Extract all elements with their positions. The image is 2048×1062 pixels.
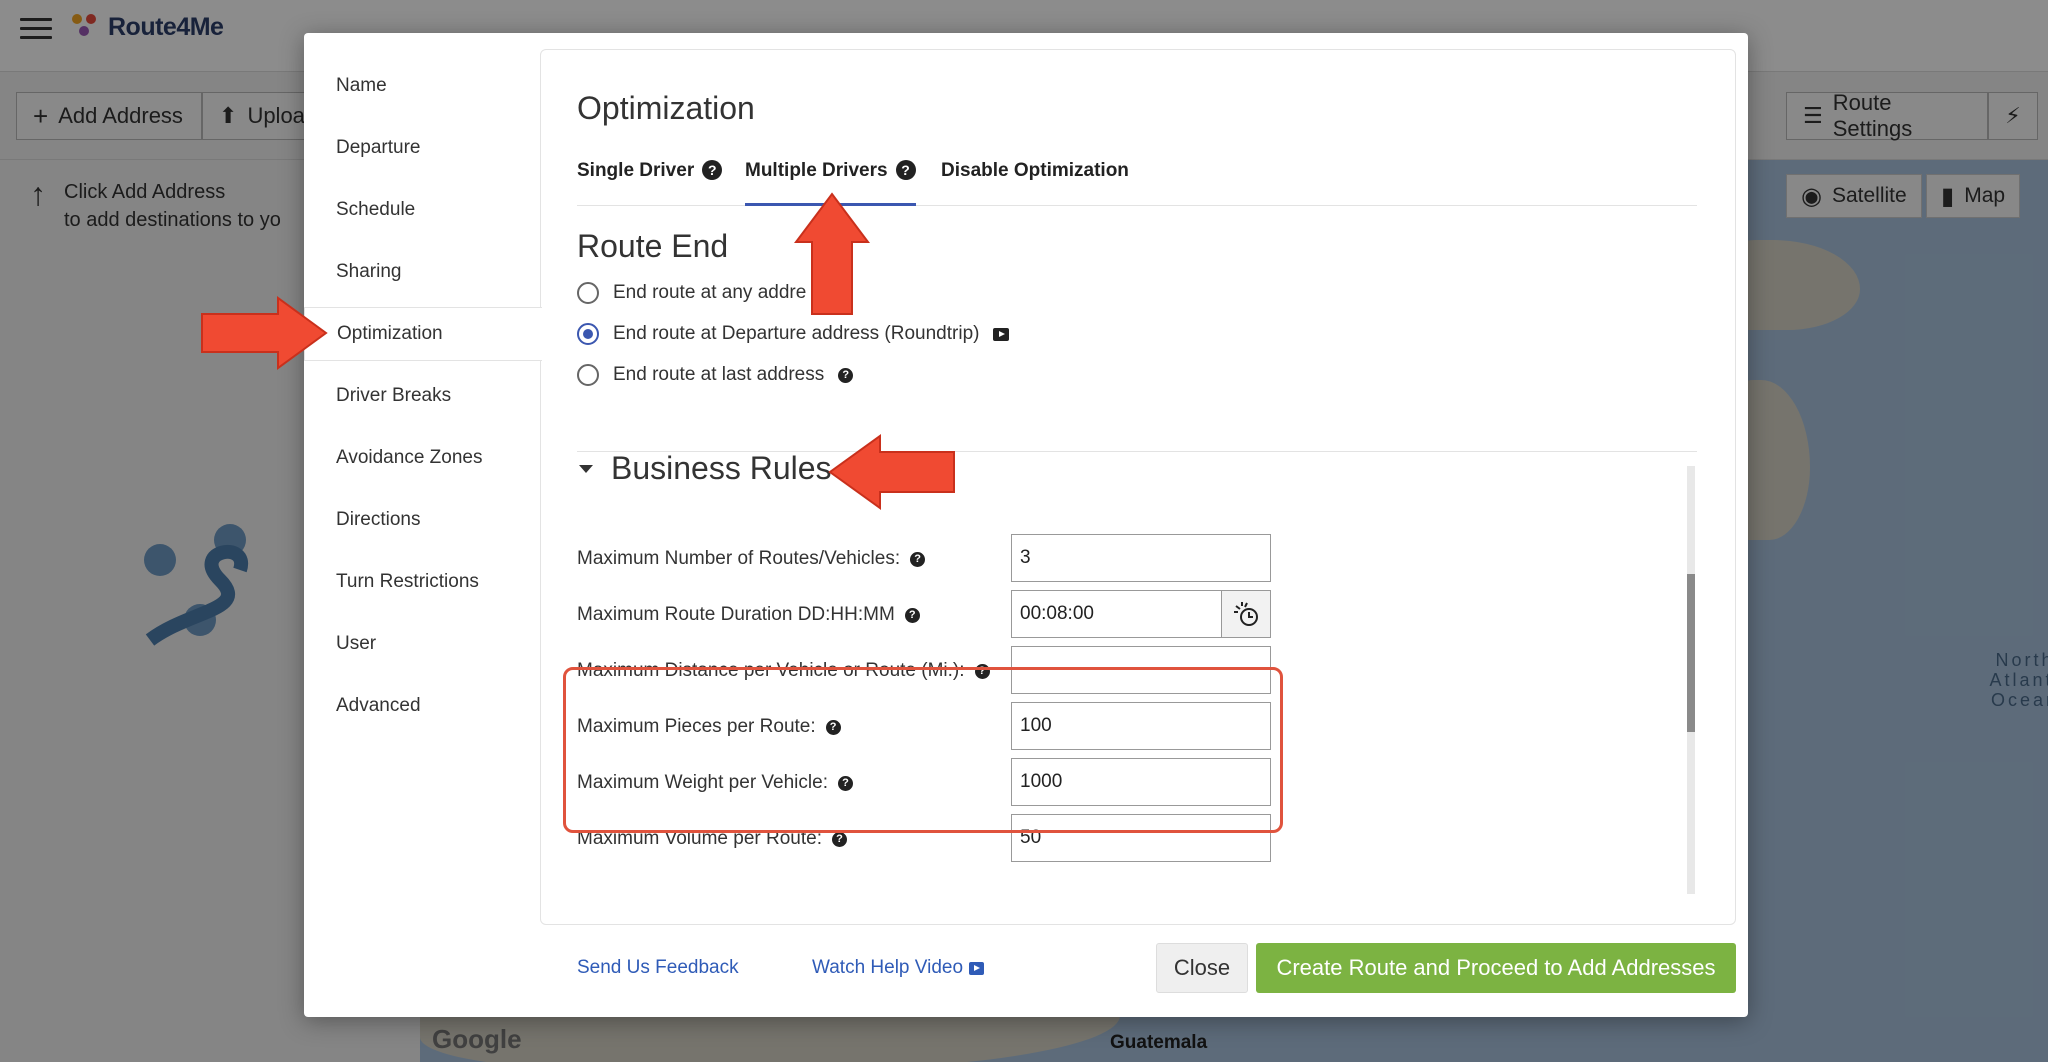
max-routes-label-text: Maximum Number of Routes/Vehicles: [577,548,901,569]
nav-item-schedule[interactable]: Schedule [304,183,540,237]
max-pieces-input[interactable] [1011,702,1271,750]
help-icon[interactable]: ? [910,551,926,567]
route-end-option-any-label: End route at any addre [613,282,807,303]
annotation-arrow-left-icon [828,434,955,510]
route-end-option-last[interactable]: End route at last address ? [577,364,854,386]
max-weight-label-text: Maximum Weight per Vehicle: [577,772,828,793]
help-icon[interactable]: ? [974,663,990,679]
nav-item-sharing[interactable]: Sharing [304,245,540,299]
help-icon[interactable]: ? [702,160,723,180]
tab-multiple-drivers-label: Multiple Drivers [745,160,888,181]
caret-down-icon[interactable] [579,464,593,473]
business-rules-header[interactable]: Business Rules [577,450,832,487]
radio-button-selected[interactable] [577,323,599,345]
route-end-option-roundtrip-label: End route at Departure address (Roundtri… [613,323,980,344]
radio-button[interactable] [577,364,599,386]
max-duration-label-text: Maximum Route Duration DD:HH:MM [577,604,895,625]
route-end-option-roundtrip[interactable]: End route at Departure address (Roundtri… [577,323,1010,345]
send-feedback-link[interactable]: Send Us Feedback [577,957,739,979]
help-icon[interactable]: ? [904,607,920,623]
nav-item-departure[interactable]: Departure [304,121,540,175]
radio-button[interactable] [577,282,599,304]
help-icon[interactable]: ? [838,367,854,383]
tab-disable-optimization[interactable]: Disable Optimization [941,150,1129,206]
time-picker-button[interactable] [1221,590,1271,638]
nav-item-avoidance-zones[interactable]: Avoidance Zones [304,431,540,485]
max-pieces-label: Maximum Pieces per Route: ? [577,716,841,738]
optimization-title: Optimization [577,90,755,126]
annotation-arrow-up-icon [794,192,870,315]
help-icon[interactable]: ? [837,775,853,791]
tab-single-driver-label: Single Driver [577,160,695,181]
max-distance-label-text: Maximum Distance per Vehicle or Route (M… [577,660,965,681]
scrollbar-thumb[interactable] [1687,574,1695,732]
max-volume-input[interactable] [1011,814,1271,862]
max-pieces-label-text: Maximum Pieces per Route: [577,716,816,737]
max-routes-input[interactable] [1011,534,1271,582]
watch-help-video-link[interactable]: Watch Help Video [812,957,985,979]
nav-item-directions[interactable]: Directions [304,493,540,547]
nav-item-name[interactable]: Name [304,59,540,113]
video-icon[interactable] [993,327,1010,341]
help-icon[interactable]: ? [895,160,916,180]
max-duration-label: Maximum Route Duration DD:HH:MM ? [577,604,920,626]
tab-disable-optimization-label: Disable Optimization [941,160,1129,181]
nav-item-turn-restrictions[interactable]: Turn Restrictions [304,555,540,609]
help-icon[interactable]: ? [832,831,847,847]
settings-nav: Name Departure Schedule Sharing Optimiza… [304,33,542,1017]
scrollbar[interactable] [1687,466,1695,894]
optimization-panel: Optimization Single Driver ? Multiple Dr… [540,49,1736,925]
route-end-option-last-label: End route at last address [613,364,825,385]
video-icon [969,961,985,975]
max-distance-input[interactable] [1011,646,1271,694]
nav-item-driver-breaks[interactable]: Driver Breaks [304,369,540,423]
create-route-button[interactable]: Create Route and Proceed to Add Addresse… [1256,943,1736,993]
annotation-arrow-right-icon [201,296,328,370]
watch-help-video-label: Watch Help Video [812,957,964,978]
nav-item-optimization[interactable]: Optimization [304,307,542,361]
help-icon[interactable]: ? [825,719,841,735]
max-duration-input[interactable] [1011,590,1223,638]
nav-item-advanced[interactable]: Advanced [304,679,540,733]
send-feedback-label: Send Us Feedback [577,957,739,978]
optimization-tabs: Single Driver ? Multiple Drivers ? Disab… [577,150,1697,206]
route-end-option-any[interactable]: End route at any addre [577,282,806,304]
close-button[interactable]: Close [1156,943,1248,993]
max-weight-input[interactable] [1011,758,1271,806]
max-distance-label: Maximum Distance per Vehicle or Route (M… [577,660,990,682]
tab-single-driver[interactable]: Single Driver ? [577,150,723,206]
nav-item-user[interactable]: User [304,617,540,671]
route-end-title: Route End [577,228,729,264]
route-settings-modal: Name Departure Schedule Sharing Optimiza… [304,33,1748,1017]
max-routes-label: Maximum Number of Routes/Vehicles: ? [577,548,926,570]
max-volume-label-text: Maximum Volume per Route: [577,828,822,849]
max-weight-label: Maximum Weight per Vehicle: ? [577,772,853,794]
business-rules-title: Business Rules [611,450,832,486]
max-volume-label: Maximum Volume per Route: ? [577,828,847,850]
clock-icon [1234,602,1258,626]
